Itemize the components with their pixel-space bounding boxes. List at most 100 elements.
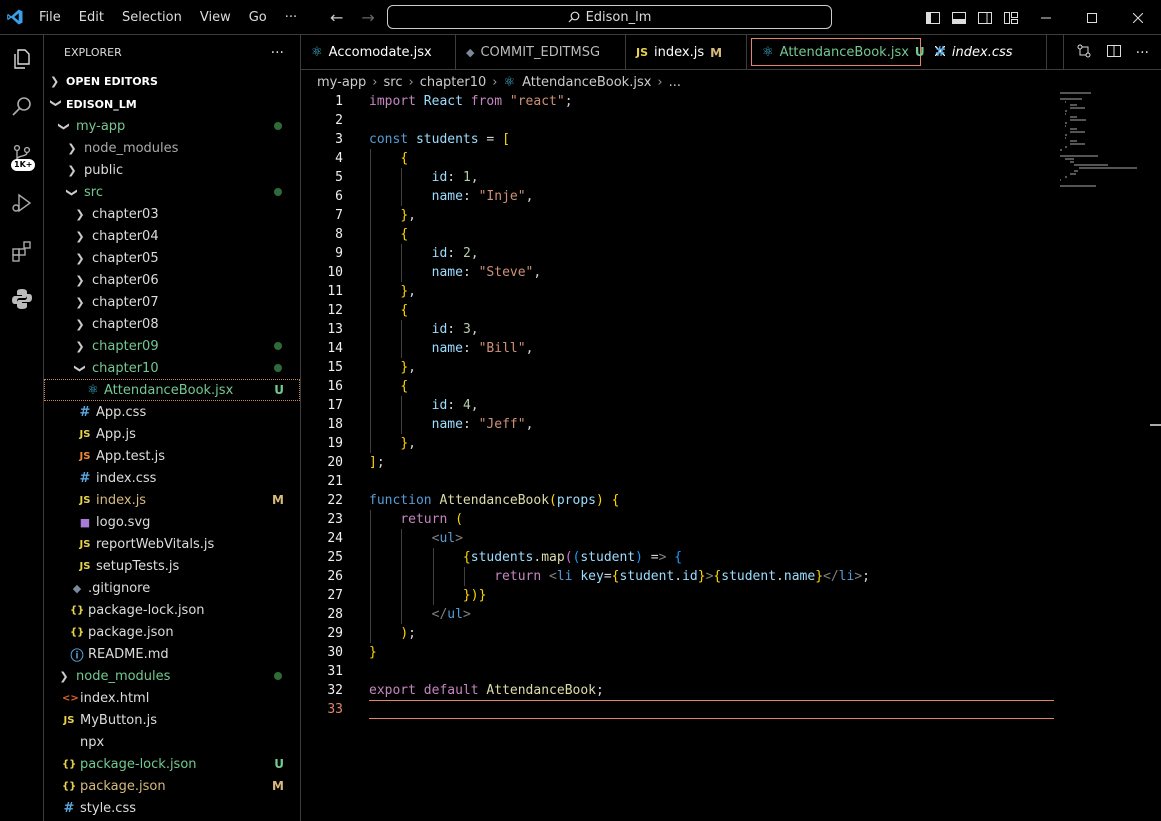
tree-item[interactable]: ⓘ README.md [44,643,300,665]
tree-item[interactable]: ❯ chapter10 [44,357,300,379]
code-line[interactable]: 24 <ul> [301,529,1061,548]
tree-item[interactable]: # style.css [44,797,300,819]
tree-item[interactable]: ⚛ AttendanceBook.jsx U [44,379,300,401]
maximize-icon[interactable] [1069,0,1115,35]
split-editor-icon[interactable] [1106,43,1122,63]
code-line[interactable]: 5 id: 1, [301,168,1061,187]
code-line[interactable]: 26 return <li key={student.id}>{student.… [301,567,1061,586]
explorer-more-actions[interactable]: ··· [271,45,284,61]
menu-item[interactable]: Edit [70,0,113,35]
code-line[interactable]: 17 id: 4, [301,396,1061,415]
code-line[interactable]: 28 </ul> [301,605,1061,624]
code-line[interactable]: 9 id: 2, [301,244,1061,263]
breadcrumb-item[interactable]: AttendanceBook.jsx [522,75,651,90]
code-line[interactable]: 27 })} [301,586,1061,605]
code-line[interactable]: 12 { [301,301,1061,320]
close-window-icon[interactable] [1115,0,1161,35]
breadcrumb-item[interactable]: src [384,75,403,90]
code-line[interactable]: 6 name: "Inje", [301,187,1061,206]
tree-item[interactable]: ❯ chapter05 [44,247,300,269]
explorer-icon[interactable] [0,35,44,83]
tree-item[interactable]: npx [44,731,300,753]
toggle-secondary-sidebar-icon[interactable] [977,10,993,26]
editor-tab[interactable]: ⚛ AttendanceBook.jsx U [751,38,946,66]
minimize-icon[interactable] [1023,0,1069,35]
tree-item[interactable]: {} package-lock.json U [44,753,300,775]
workspace-root-section[interactable]: ❯ EDISON_LM [44,93,300,115]
tree-item[interactable]: {} package.json M [44,775,300,797]
code-line[interactable]: 18 name: "Jeff", [301,415,1061,434]
run-debug-icon[interactable] [0,179,44,227]
tree-item[interactable]: <> index.html [44,687,300,709]
tree-item[interactable]: {} package.json [44,621,300,643]
tree-item[interactable]: JS setupTests.js [44,555,300,577]
code-line[interactable]: 19 }, [301,434,1061,453]
minimap[interactable] [1060,92,1150,187]
python-icon[interactable] [0,275,44,323]
tree-item[interactable]: ❯ chapter08 [44,313,300,335]
code-line[interactable]: 2 [301,111,1061,130]
menu-item[interactable]: Go [240,0,276,35]
tree-item[interactable]: ❯ chapter06 [44,269,300,291]
menu-item[interactable]: Selection [113,0,191,35]
tree-item[interactable]: JS MyButton.js [44,709,300,731]
code-line[interactable]: 29 ); [301,624,1061,643]
more-actions-icon[interactable]: ··· [1136,45,1149,61]
code-line[interactable]: 22 function AttendanceBook(props) { [301,491,1061,510]
tree-item[interactable]: JS index.js M [44,489,300,511]
search-activity-icon[interactable] [0,83,44,131]
toggle-primary-sidebar-icon[interactable] [925,10,941,26]
code-line[interactable]: 23 return ( [301,510,1061,529]
tree-item[interactable]: ❯ public [44,159,300,181]
tree-item[interactable]: # App.css [44,401,300,423]
breadcrumb-item[interactable]: my-app [317,75,366,90]
tree-item[interactable]: ❯ node_modules [44,137,300,159]
code-line[interactable]: 7 }, [301,206,1061,225]
tree-item[interactable]: JS reportWebVitals.js [44,533,300,555]
code-line[interactable]: 4 { [301,149,1061,168]
editor-tab[interactable]: # index.css [925,35,1047,70]
code-line[interactable]: 1 import React from "react"; [301,92,1061,111]
code-line[interactable]: 31 [301,662,1061,681]
source-control-icon[interactable]: 1K+ [0,131,44,179]
tree-item[interactable]: ❯ chapter03 [44,203,300,225]
forward-arrow-icon[interactable]: → [361,8,374,27]
toggle-panel-icon[interactable] [951,10,967,26]
tree-item[interactable]: ❯ chapter07 [44,291,300,313]
code-line[interactable]: 21 [301,472,1061,491]
breadcrumb-item[interactable]: chapter10 [420,75,487,90]
code-line[interactable]: 15 }, [301,358,1061,377]
code-line[interactable]: 3 const students = [ [301,130,1061,149]
tree-item[interactable]: {} package-lock.json [44,599,300,621]
code-editor[interactable]: 1 import React from "react"; 2 3 const stude… [301,92,1161,821]
code-line[interactable]: 11 }, [301,282,1061,301]
tree-item[interactable]: ■ logo.svg [44,511,300,533]
command-center[interactable]: Edison_lm [387,5,832,29]
code-line[interactable]: 32 export default AttendanceBook; [301,681,1061,700]
open-editors-section[interactable]: ❯ OPEN EDITORS [44,70,300,92]
breadcrumb-item[interactable]: ... [669,75,681,90]
code-line[interactable]: 14 name: "Bill", [301,339,1061,358]
tree-item[interactable]: ❯ node_modules [44,665,300,687]
code-line[interactable]: 30} [301,643,1061,662]
code-line[interactable]: 33 [301,700,1061,719]
extensions-icon[interactable] [0,227,44,275]
menu-item[interactable]: File [30,0,70,35]
editor-tab[interactable]: ◆ COMMIT_EDITMSG [456,35,626,70]
tree-item[interactable]: ❯ my-app [44,115,300,137]
tree-item[interactable]: JS App.js [44,423,300,445]
tree-item[interactable]: ❯ chapter04 [44,225,300,247]
code-line[interactable]: 25 {students.map((student) => { [301,548,1061,567]
tree-item[interactable]: ❯ src [44,181,300,203]
menu-item[interactable]: View [191,0,240,35]
compare-changes-icon[interactable] [1076,43,1092,63]
editor-tab[interactable]: ⚛ Accomodate.jsx [301,35,456,70]
tree-item[interactable]: ❯ chapter09 [44,335,300,357]
code-line[interactable]: 20]; [301,453,1061,472]
code-line[interactable]: 13 id: 3, [301,320,1061,339]
code-line[interactable]: 10 name: "Steve", [301,263,1061,282]
code-line[interactable]: 8 { [301,225,1061,244]
code-line[interactable]: 16 { [301,377,1061,396]
tree-item[interactable]: JS App.test.js [44,445,300,467]
customize-layout-icon[interactable] [1003,10,1019,26]
